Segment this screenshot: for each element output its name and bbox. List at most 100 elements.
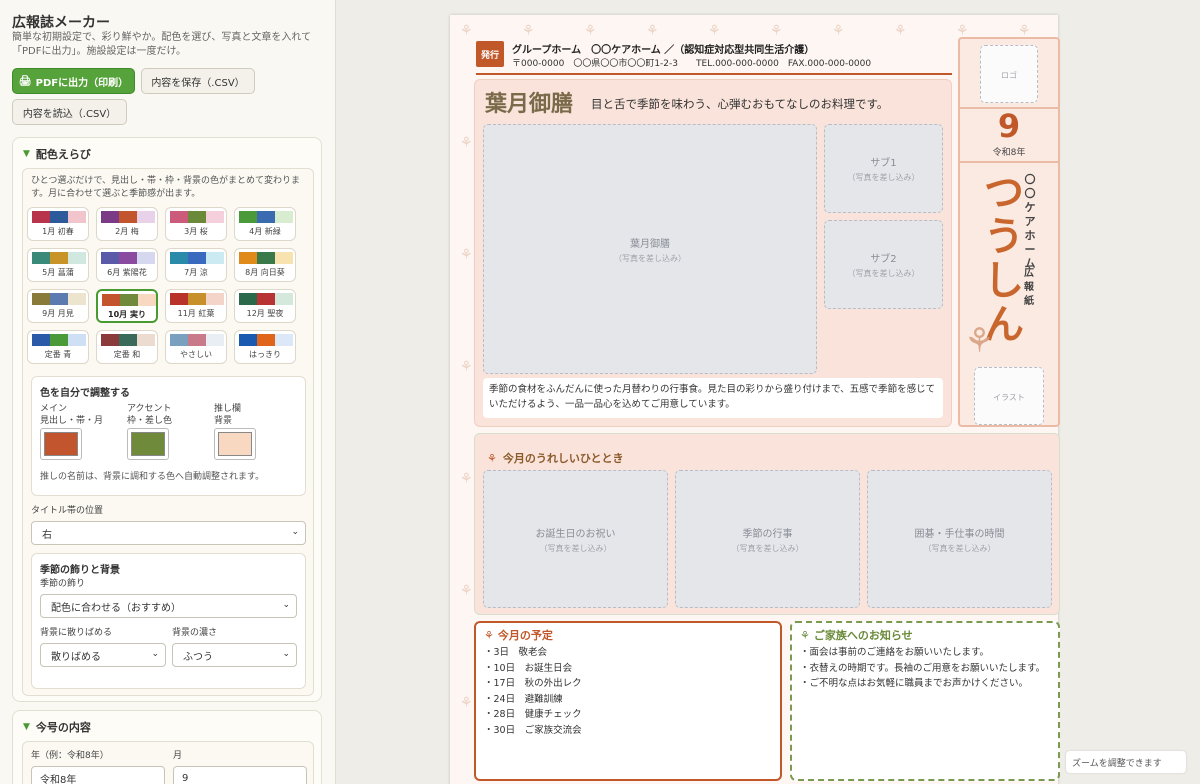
issue-panel: ▼ 今号の内容 年（例：令和8年） 月 令和8年 9: [12, 710, 322, 784]
swatch-colors: [170, 334, 224, 346]
swatch-colors: [32, 211, 86, 223]
list-item: ・30日 ご家族交流会: [484, 724, 582, 736]
notice-list[interactable]: ・面会は事前のご連絡をお願いいたします。 ・衣替えの時期です。長袖のご用意をお願い…: [800, 645, 1045, 692]
feature-sub1-photo[interactable]: サブ1 （写真を差し込み）: [824, 124, 943, 213]
swatch-label: 6月 紫陽花: [107, 268, 147, 277]
swatch-15[interactable]: やさしい: [165, 330, 227, 364]
swatch-3[interactable]: 3月 桜: [165, 207, 227, 241]
pdf-export-button[interactable]: 🖨 PDFに出力（印刷）: [12, 68, 135, 94]
swatch-colors: [239, 211, 293, 223]
main-color-picker[interactable]: [40, 428, 82, 460]
color-hint: ひとつ選ぶだけで、見出し・帯・枠・背景の色がまとめて変わります。月に合わせて選ぶ…: [31, 176, 301, 199]
feature-subtitle[interactable]: 目と舌で季節を味わう、心弾むおもてなしのお料理です。: [591, 96, 888, 112]
paper-kind-vertical: 広報紙: [1024, 268, 1034, 307]
band-position-label: タイトル帯の位置: [31, 506, 104, 516]
swatch-9[interactable]: 9月 月見: [27, 289, 89, 323]
wheat-icon: ⚘: [460, 247, 473, 263]
custom-color-note: 推しの名前は、背景に調和する色へ自動調整されます。: [40, 472, 265, 482]
swatch-6[interactable]: 6月 紫陽花: [96, 248, 158, 282]
list-item: ・10日 お誕生日会: [484, 662, 573, 674]
swatch-10[interactable]: 10月 実り: [96, 289, 158, 323]
illust-placeholder[interactable]: イラスト: [974, 367, 1044, 425]
swatch-label: 定番 青: [44, 350, 72, 359]
wheat-icon: ⚘: [770, 23, 783, 39]
swatch-colors: [32, 293, 86, 305]
swatch-14[interactable]: 定番 和: [96, 330, 158, 364]
swatch-2[interactable]: 2月 梅: [96, 207, 158, 241]
season-box: 季節の飾りと背景 季節の飾り 配色に合わせる（おすすめ） ⌄ 背景に散りばめる 背…: [31, 553, 306, 689]
list-item: ・24日 避難訓練: [484, 693, 563, 705]
chevron-down-icon: ⌄: [282, 649, 290, 659]
publisher-name[interactable]: グループホーム 〇〇ケアホーム ／（認知症対応型共同生活介護）: [512, 41, 814, 56]
wheat-icon: ⚘: [460, 471, 473, 487]
density-select[interactable]: ふつう ⌄: [172, 643, 297, 667]
swatch-11[interactable]: 11月 紅葉: [165, 289, 227, 323]
wheat-icon: ⚘: [832, 23, 845, 39]
app-description: 簡単な初期設定で、彩り鮮やか。配色を選び、写真と文章を入れて「PDFに出力」。施…: [12, 32, 312, 57]
push-color-picker[interactable]: [214, 428, 256, 460]
decor-select[interactable]: 配色に合わせる（おすすめ） ⌄: [40, 594, 297, 618]
chevron-down-icon: ⌄: [151, 649, 159, 659]
swatch-label: 9月 月見: [42, 309, 74, 318]
photo-caption: 季節の行事: [742, 528, 793, 540]
feature-sub2-photo[interactable]: サブ2 （写真を差し込み）: [824, 220, 943, 309]
accent-color-picker[interactable]: [127, 428, 169, 460]
sidebar: 広報誌メーカー 簡単な初期設定で、彩り鮮やか。配色を選び、写真と文章を入れて「P…: [0, 0, 336, 784]
feature-section: 葉月御膳 目と舌で季節を味わう、心弾むおもてなしのお料理です。 葉月御膳 （写真…: [474, 79, 952, 427]
moments-photo-1[interactable]: お誕生日のお祝い （写真を差し込み）: [483, 470, 668, 608]
swatch-7[interactable]: 7月 涼: [165, 248, 227, 282]
wheat-icon: ⚘: [584, 23, 597, 39]
swatch-1[interactable]: 1月 初春: [27, 207, 89, 241]
logo-placeholder[interactable]: ロゴ: [980, 45, 1038, 103]
band-position-select[interactable]: 右 ⌄: [31, 521, 306, 545]
wheat-icon: ⚘: [800, 629, 810, 642]
save-csv-button[interactable]: 内容を保存（.CSV）: [141, 68, 255, 94]
season-title: 季節の飾りと背景: [40, 565, 120, 576]
zoom-hint: ズームを調整できます: [1066, 751, 1186, 773]
printer-icon: 🖨: [18, 75, 32, 87]
swatch-label: 4月 新緑: [249, 227, 281, 236]
swatch-4[interactable]: 4月 新緑: [234, 207, 296, 241]
year-label: 年（例：令和8年）: [31, 751, 109, 761]
swatch-label: 3月 桜: [184, 227, 208, 236]
preview-stage: ⚘⚘⚘⚘⚘⚘⚘⚘⚘⚘⚘⚘⚘⚘⚘⚘⚘⚘⚘⚘⚘⚘⚘⚘⚘⚘⚘⚘⚘⚘⚘⚘⚘⚘⚘⚘⚘⚘⚘⚘…: [336, 0, 1200, 784]
scatter-select[interactable]: 散りばめる ⌄: [40, 643, 166, 667]
publisher-address[interactable]: 〒000-0000 〇〇県〇〇市〇〇町1-2-3 TEL.000-000-000…: [512, 56, 871, 69]
swatch-label: はっきり: [249, 350, 281, 359]
swatch-16[interactable]: はっきり: [234, 330, 296, 364]
swatch-colors: [239, 334, 293, 346]
load-csv-button[interactable]: 内容を読込（.CSV）: [12, 99, 127, 125]
schedule-list[interactable]: ・3日 敬老会 ・10日 お誕生日会 ・17日 秋の外出レク ・24日 避難訓練 ・28…: [484, 645, 582, 738]
wheat-icon: ⚘: [894, 23, 907, 39]
month-input[interactable]: 9: [173, 766, 307, 784]
moments-section: ⚘ 今月のうれしいひととき お誕生日のお祝い （写真を差し込み） 季節の行事 （写真を差…: [474, 433, 1060, 615]
wheat-icon: ⚘: [522, 23, 535, 39]
swatch-label: 8月 向日葵: [245, 268, 285, 277]
wheat-icon: ⚘: [460, 359, 473, 375]
band-divider: [960, 161, 1058, 163]
app-title: 広報誌メーカー: [12, 15, 110, 31]
newsletter-paper: ⚘⚘⚘⚘⚘⚘⚘⚘⚘⚘⚘⚘⚘⚘⚘⚘⚘⚘⚘⚘⚘⚘⚘⚘⚘⚘⚘⚘⚘⚘⚘⚘⚘⚘⚘⚘⚘⚘⚘⚘…: [450, 15, 1061, 784]
swatch-label: やさしい: [180, 350, 212, 359]
swatch-colors: [32, 252, 86, 264]
swatch-8[interactable]: 8月 向日葵: [234, 248, 296, 282]
photo-caption: お誕生日のお祝い: [535, 528, 616, 540]
color-panel-header[interactable]: ▼ 配色えらび: [23, 146, 91, 162]
swatch-colors: [170, 211, 224, 223]
year-input[interactable]: 令和8年: [31, 766, 165, 784]
moments-photo-2[interactable]: 季節の行事 （写真を差し込み）: [675, 470, 860, 608]
list-item: ・17日 秋の外出レク: [484, 678, 582, 689]
list-item: ・面会は事前のご連絡をお願いいたします。: [800, 647, 990, 658]
swatch-colors: [239, 293, 293, 305]
feature-description[interactable]: 季節の食材をふんだんに使った月替わりの行事食。見た目の彩りから盛り付けまで、五感…: [483, 378, 943, 418]
density-label: 背景の濃さ: [172, 628, 218, 638]
issue-panel-header[interactable]: ▼ 今号の内容: [23, 719, 91, 735]
swatch-5[interactable]: 5月 菖蒲: [27, 248, 89, 282]
moments-photo-3[interactable]: 囲碁・手仕事の時間 （写真を差し込み）: [867, 470, 1052, 608]
wheat-icon: ⚘: [646, 23, 659, 39]
swatch-12[interactable]: 12月 聖夜: [234, 289, 296, 323]
feature-main-photo[interactable]: 葉月御膳 （写真を差し込み）: [483, 124, 817, 374]
swatch-13[interactable]: 定番 青: [27, 330, 89, 364]
feature-title[interactable]: 葉月御膳: [485, 86, 573, 118]
color-panel: ▼ 配色えらび ひとつ選ぶだけで、見出し・帯・枠・背景の色がまとめて変わります。…: [12, 137, 322, 702]
